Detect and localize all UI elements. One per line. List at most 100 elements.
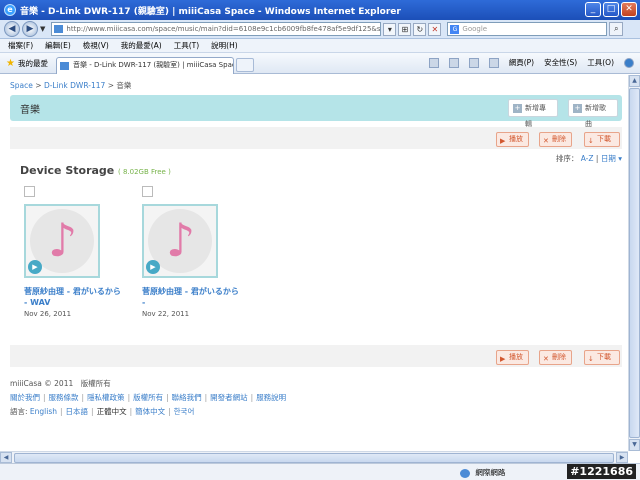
sort-date[interactable]: 日期 <box>601 154 616 163</box>
play-button[interactable]: ▶ 播放 <box>496 132 529 147</box>
song-checkbox[interactable] <box>142 186 153 197</box>
history-dropdown-icon[interactable]: ▼ <box>40 25 45 33</box>
cmd-page[interactable]: 網頁(P) <box>509 57 534 68</box>
tab-favicon-icon <box>59 61 69 70</box>
lang-korean[interactable]: 한국어 <box>174 407 195 416</box>
back-button[interactable]: ◀ <box>4 21 20 37</box>
maximize-button[interactable]: □ <box>603 2 619 17</box>
footer-link-privacy[interactable]: 隱私權政策 <box>87 393 125 402</box>
favorites-star-icon[interactable]: ★ <box>6 58 15 69</box>
search-placeholder: Google <box>462 25 488 33</box>
minimize-button[interactable]: _ <box>585 2 601 17</box>
delete-icon: ✕ <box>543 137 549 145</box>
download-icon: ↓ <box>588 355 594 363</box>
cmd-safety[interactable]: 安全性(S) <box>544 57 577 68</box>
window-controls: _ □ ✕ <box>585 2 637 17</box>
network-label: 網際網路 <box>475 468 506 477</box>
url-input[interactable]: http://www.miiicasa.com/space/music/main… <box>51 22 382 36</box>
scroll-thumb[interactable] <box>629 88 640 438</box>
delete-button[interactable]: ✕ 刪除 <box>539 350 572 365</box>
scroll-down-icon[interactable]: ▼ <box>629 439 640 451</box>
sort-label: 排序： <box>555 154 579 163</box>
menu-favorites[interactable]: 我的最愛(A) <box>121 40 162 51</box>
help-icon[interactable] <box>624 57 634 68</box>
mail-icon[interactable] <box>468 57 479 68</box>
scroll-up-icon[interactable]: ▲ <box>629 75 640 87</box>
scroll-left-icon[interactable]: ◀ <box>0 452 12 463</box>
play-overlay-icon[interactable]: ▶ <box>28 260 42 274</box>
menu-help[interactable]: 說明(H) <box>211 40 238 51</box>
footer-link-about[interactable]: 關於我們 <box>10 393 40 402</box>
footer-link-help[interactable]: 服務說明 <box>256 393 286 402</box>
song-thumbnail[interactable]: ♪ ▶ <box>24 204 100 278</box>
breadcrumb-sep: > <box>107 81 114 90</box>
song-title[interactable]: 菅原紗由理 - 君がいるから - <box>142 286 242 308</box>
delete-button[interactable]: ✕ 刪除 <box>539 132 572 147</box>
play-overlay-icon[interactable]: ▶ <box>146 260 160 274</box>
download-button[interactable]: ↓ 下載 <box>584 350 620 365</box>
network-zone: 網際網路 <box>460 467 505 478</box>
home-icon[interactable] <box>428 57 439 68</box>
status-bar: 網際網路 #1221686 <box>0 463 640 480</box>
menu-view[interactable]: 檢視(V) <box>83 40 109 51</box>
lang-english[interactable]: English <box>30 407 57 416</box>
google-icon: G <box>450 25 460 34</box>
footer-link-contact[interactable]: 聯絡我們 <box>172 393 202 402</box>
browser-tab[interactable]: 音樂 - D-Link DWR-117 (親驗室) | miiiCasa Spa… <box>55 56 234 74</box>
new-song-button[interactable]: + 新增歌曲 <box>568 99 618 128</box>
play-icon: ▶ <box>500 355 506 363</box>
close-button[interactable]: ✕ <box>621 2 637 17</box>
menu-file[interactable]: 檔案(F) <box>8 40 33 51</box>
music-note-icon: ♪ <box>166 213 196 267</box>
search-input[interactable]: G Google <box>447 22 608 36</box>
address-bar: ◀ ▶ ▼ http://www.miiicasa.com/space/musi… <box>0 20 640 39</box>
download-button[interactable]: ↓ 下載 <box>584 132 620 147</box>
favorites-label[interactable]: 我的最愛 <box>18 58 48 69</box>
play-label: 播放 <box>509 353 523 361</box>
delete-label: 刪除 <box>552 353 566 361</box>
vertical-scrollbar[interactable]: ▲ ▼ <box>628 75 640 451</box>
play-button[interactable]: ▶ 播放 <box>496 350 529 365</box>
compat-view-icon[interactable]: ⊞ <box>398 22 412 36</box>
window-title: 音樂 - D-Link DWR-117 (親驗室) | miiiCasa Spa… <box>20 6 401 17</box>
lang-simplified-chinese[interactable]: 簡体中文 <box>135 407 165 416</box>
breadcrumb-device[interactable]: D-Link DWR-117 <box>44 81 105 90</box>
new-tab-button[interactable] <box>235 58 254 72</box>
delete-icon: ✕ <box>543 355 549 363</box>
url-dropdown-icon[interactable]: ▾ <box>383 22 397 36</box>
sort-az[interactable]: A-Z <box>581 154 594 163</box>
page-header: 音樂 + 新增專輯 + 新增歌曲 <box>10 95 622 128</box>
delete-label: 刪除 <box>552 135 566 143</box>
search-icon[interactable]: ⌕ <box>609 22 624 36</box>
breadcrumb-sep: > <box>35 81 42 90</box>
new-album-label: 新增專輯 <box>525 104 546 128</box>
sort-controls: 排序： A-Z | 日期 ▾ <box>556 153 622 164</box>
forward-button[interactable]: ▶ <box>22 21 38 37</box>
title-bar: e 音樂 - D-Link DWR-117 (親驗室) | miiiCasa S… <box>0 0 640 20</box>
menu-tools[interactable]: 工具(T) <box>174 40 199 51</box>
scroll-right-icon[interactable]: ▶ <box>616 452 628 463</box>
hscroll-thumb[interactable] <box>14 453 614 463</box>
footer-link-copyright[interactable]: 版權所有 <box>133 393 163 402</box>
stop-icon[interactable]: ✕ <box>428 22 442 36</box>
menu-bar: 檔案(F) 編輯(E) 檢視(V) 我的最愛(A) 工具(T) 說明(H) <box>0 39 640 53</box>
song-title[interactable]: 菅原紗由理 - 君がいるから - WAV <box>24 286 124 308</box>
footer-links: 關於我們 | 服務條款 | 隱私權政策 | 版權所有 | 聯絡我們 | 開發者網站 | 服務說明 <box>10 393 287 402</box>
horizontal-scrollbar[interactable]: ◀ ▶ <box>0 451 628 463</box>
sort-dropdown-icon[interactable]: ▾ <box>618 154 622 163</box>
song-add-icon: + <box>573 104 582 113</box>
music-note-icon: ♪ <box>48 213 78 267</box>
menu-edit[interactable]: 編輯(E) <box>45 40 71 51</box>
print-icon[interactable] <box>488 57 499 68</box>
footer-link-developer[interactable]: 開發者網站 <box>210 393 248 402</box>
breadcrumb-space[interactable]: Space <box>10 81 33 90</box>
new-album-button[interactable]: + 新增專輯 <box>508 99 558 128</box>
feeds-icon[interactable] <box>448 57 459 68</box>
footer-link-terms[interactable]: 服務條款 <box>49 393 79 402</box>
song-checkbox[interactable] <box>24 186 35 197</box>
breadcrumb-current: 音樂 <box>116 81 132 90</box>
cmd-tools[interactable]: 工具(O) <box>587 57 614 68</box>
song-thumbnail[interactable]: ♪ ▶ <box>142 204 218 278</box>
refresh-icon[interactable]: ↻ <box>413 22 427 36</box>
lang-japanese[interactable]: 日本語 <box>66 407 89 416</box>
